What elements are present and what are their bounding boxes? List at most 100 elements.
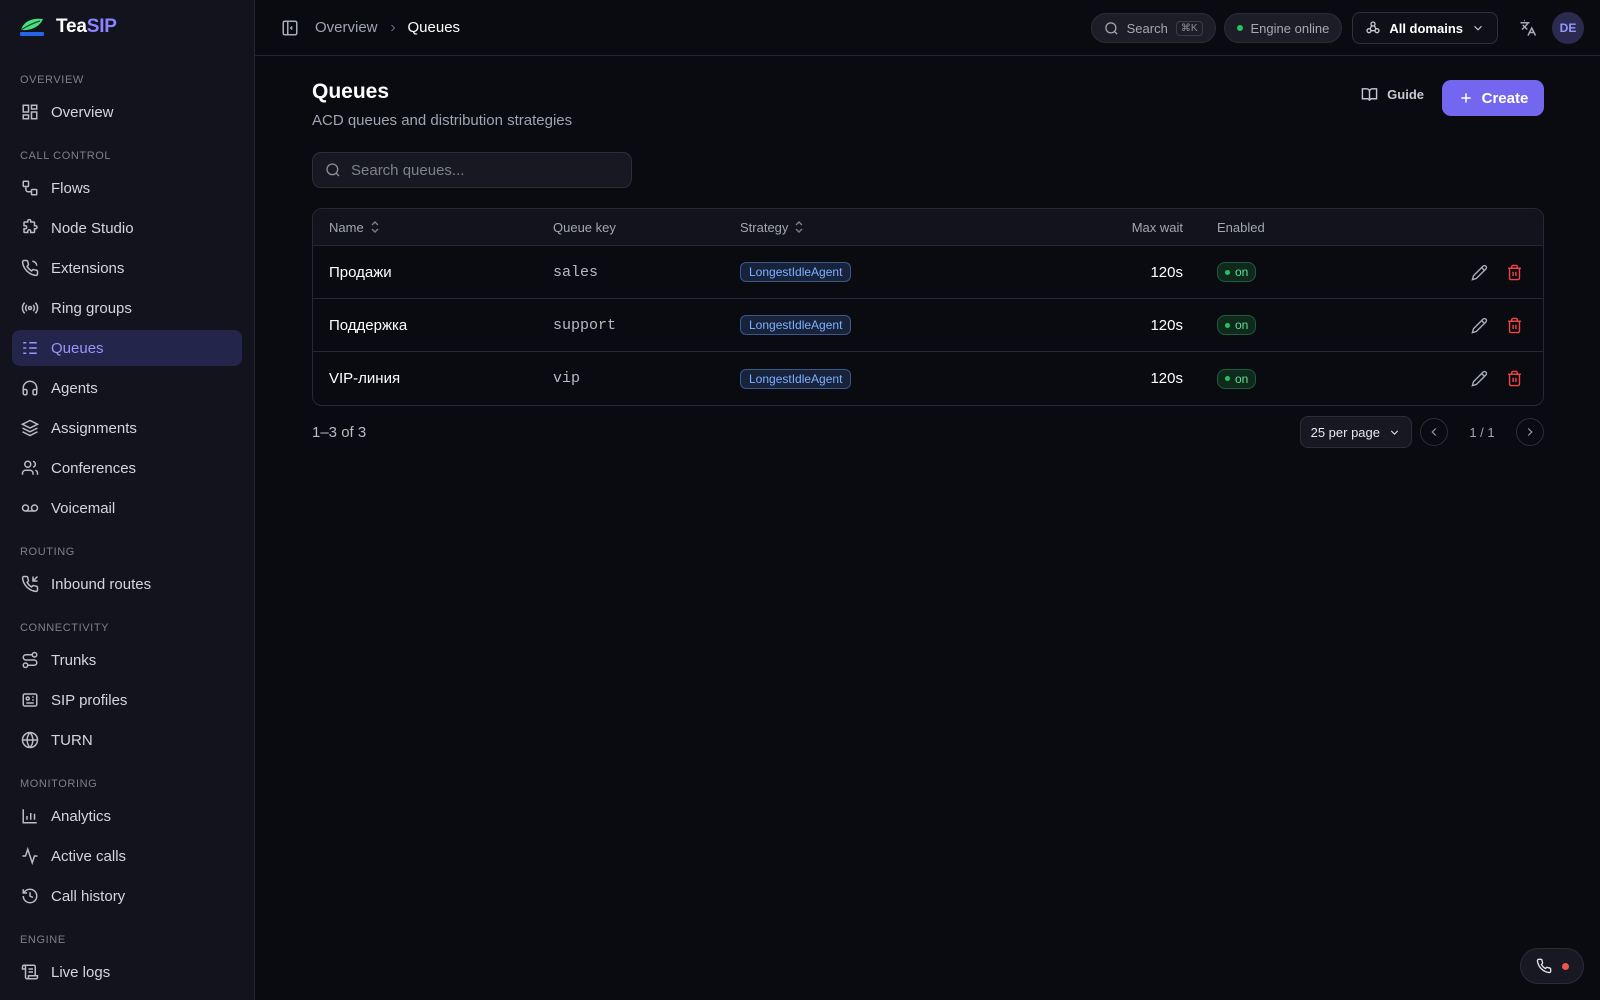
sidebar-item-label: Call history — [51, 887, 126, 905]
pencil-icon[interactable] — [1471, 264, 1488, 281]
prev-page-button[interactable] — [1420, 418, 1448, 446]
status-dot-icon — [1236, 25, 1243, 31]
sidebar-item-call-history[interactable]: Call history — [12, 878, 242, 914]
table-row[interactable]: Поддержка support LongestIdleAgent 120s … — [313, 299, 1543, 352]
pagination: 25 per page 1 / 1 — [1299, 416, 1544, 448]
sidebar-item-label: Live logs — [51, 963, 111, 981]
sidebar-item-node-studio[interactable]: Node Studio — [12, 210, 242, 246]
history-icon — [22, 888, 38, 904]
sidebar-item-overview[interactable]: Overview — [12, 94, 242, 130]
global-search-button[interactable]: Search ⌘K — [1090, 13, 1216, 43]
next-page-button[interactable] — [1516, 418, 1544, 446]
queue-key: sales — [553, 263, 599, 281]
search-shortcut: ⌘K — [1175, 20, 1203, 36]
pencil-icon[interactable] — [1471, 317, 1488, 334]
sidebar-item-label: Overview — [51, 103, 114, 121]
book-open-icon — [1361, 88, 1378, 102]
breadcrumb-overview[interactable]: Overview — [315, 19, 378, 36]
table-header: Name Queue key Strategy Max wait Enabled — [313, 209, 1543, 246]
nav-section-title: CALL CONTROL — [20, 150, 112, 162]
sidebar-item-label: SIP profiles — [51, 691, 128, 709]
language-icon[interactable] — [1512, 12, 1544, 44]
sidebar-item-active-calls[interactable]: Active calls — [12, 838, 242, 874]
list-icon — [23, 342, 37, 354]
page-subtitle: ACD queues and distribution strategies — [312, 112, 573, 129]
sidebar-item-extensions[interactable]: Extensions — [12, 250, 242, 286]
sidebar-item-queues[interactable]: Queues — [12, 330, 242, 366]
search-icon — [1104, 21, 1118, 35]
queue-key: vip — [553, 370, 581, 387]
puzzle-icon — [23, 219, 38, 234]
status-dot-icon — [1225, 269, 1230, 275]
sidebar-item-conferences[interactable]: Conferences — [12, 450, 242, 486]
sidebar-item-label: Extensions — [51, 259, 125, 277]
avatar[interactable]: DE — [1552, 12, 1584, 44]
table-row[interactable]: Продажи sales LongestIdleAgent 120s on — [313, 246, 1543, 299]
page-indicator: 1 / 1 — [1469, 424, 1495, 440]
column-header-max-wait: Max wait — [1132, 220, 1183, 235]
nav-section-title: OVERVIEW — [20, 74, 84, 86]
per-page-select[interactable]: 25 per page — [1299, 416, 1412, 448]
sidebar-item-voicemail[interactable]: Voicemail — [12, 490, 242, 526]
radio-icon — [21, 302, 39, 314]
sidebar-item-label: Analytics — [51, 807, 112, 825]
row-actions — [1471, 317, 1523, 334]
sidebar-toggle-icon[interactable] — [281, 19, 299, 37]
column-label: Enabled — [1217, 219, 1265, 235]
engine-status-badge: Engine online — [1223, 13, 1343, 43]
trash-icon[interactable] — [1506, 264, 1523, 281]
sidebar-item-trunks[interactable]: Trunks — [12, 642, 242, 678]
sidebar-item-agents[interactable]: Agents — [12, 370, 242, 406]
chevron-right-icon — [1527, 428, 1533, 436]
sidebar-item-label: Queues — [51, 339, 104, 357]
strategy-badge: LongestIdleAgent — [740, 262, 852, 282]
search-label: Search — [1126, 20, 1168, 36]
nav-section-title: MONITORING — [20, 778, 98, 790]
sidebar: TeaSIP OVERVIEW Overview CALL CONTROL Fl… — [0, 0, 255, 1000]
brand[interactable]: TeaSIP — [0, 0, 254, 54]
users-icon — [21, 460, 39, 475]
sidebar-item-label: Active calls — [51, 847, 127, 865]
row-actions — [1471, 370, 1523, 387]
sidebar-item-turn[interactable]: TURN — [12, 722, 242, 758]
enabled-badge: on — [1217, 368, 1257, 389]
sidebar-item-ring-groups[interactable]: Ring groups — [12, 290, 242, 326]
max-wait-value: 120s — [1150, 370, 1183, 387]
create-button[interactable]: Create — [1442, 80, 1544, 116]
domain-selector[interactable]: All domains — [1352, 12, 1498, 44]
guide-button[interactable]: Guide — [1361, 86, 1424, 103]
brand-name: TeaSIP — [56, 16, 117, 37]
trash-icon[interactable] — [1506, 370, 1523, 387]
softphone-button[interactable] — [1520, 948, 1584, 984]
topbar-actions: Search ⌘K Engine online All domains DE — [1090, 12, 1584, 44]
search-input[interactable] — [351, 161, 611, 179]
activity-icon — [22, 847, 38, 865]
sidebar-item-sip-profiles[interactable]: SIP profiles — [12, 682, 242, 718]
sidebar-item-assignments[interactable]: Assignments — [12, 410, 242, 446]
nav-section-call-control: CALL CONTROL Flows Node Studio Extension… — [0, 140, 254, 526]
column-header-queue-key: Queue key — [553, 220, 616, 235]
pencil-icon[interactable] — [1471, 370, 1488, 387]
teasip-logo-icon — [18, 16, 46, 38]
nav-section-title: CONNECTIVITY — [20, 622, 110, 634]
nav-section-title: ENGINE — [20, 934, 66, 946]
route-icon — [22, 651, 38, 669]
trash-icon[interactable] — [1506, 317, 1523, 334]
strategy-badge: LongestIdleAgent — [740, 315, 852, 335]
column-header-name[interactable]: Name — [329, 220, 380, 235]
column-header-enabled: Enabled — [1217, 220, 1265, 235]
column-header-strategy[interactable]: Strategy — [740, 220, 804, 235]
sidebar-item-live-logs[interactable]: Live logs — [12, 954, 242, 990]
sidebar-item-flows[interactable]: Flows — [12, 170, 242, 206]
bar-chart-icon — [22, 809, 37, 824]
table-footer: 1–3 of 3 25 per page 1 / 1 — [312, 416, 1544, 448]
domains-icon — [1366, 21, 1380, 34]
table-row[interactable]: VIP-линия vip LongestIdleAgent 120s on — [313, 352, 1543, 405]
sidebar-item-inbound-routes[interactable]: Inbound routes — [12, 566, 242, 602]
headset-icon — [22, 380, 38, 396]
status-dot-icon — [1225, 376, 1230, 381]
page-title: Queues — [312, 80, 390, 103]
nav-section-routing: ROUTING Inbound routes — [0, 536, 254, 602]
sidebar-item-label: Conferences — [51, 459, 137, 477]
sidebar-item-analytics[interactable]: Analytics — [12, 798, 242, 834]
